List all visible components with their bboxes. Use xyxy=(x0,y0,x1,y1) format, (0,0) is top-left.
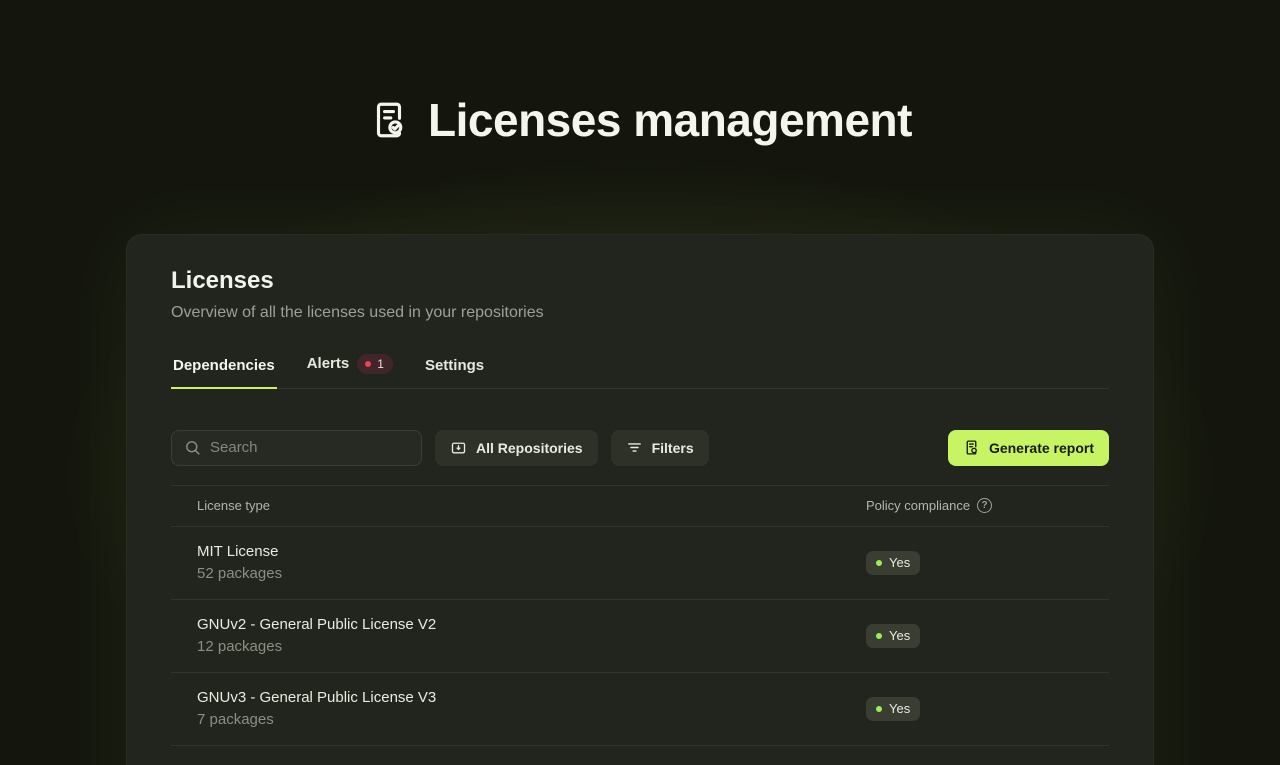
compliance-dot-icon xyxy=(876,633,882,639)
filter-icon xyxy=(626,439,643,456)
license-packages: 7 packages xyxy=(197,711,866,728)
policy-compliance-label: Policy compliance xyxy=(866,498,970,513)
repository-icon xyxy=(450,439,467,456)
generate-report-button[interactable]: Generate report xyxy=(948,430,1109,466)
alert-dot-icon xyxy=(365,361,371,367)
search-box[interactable] xyxy=(171,430,422,466)
compliance-value: Yes xyxy=(889,555,910,570)
compliance-badge: Yes xyxy=(866,624,920,648)
generate-report-label: Generate report xyxy=(989,440,1094,456)
table-row[interactable]: GNUv2 - General Public License V2 12 pac… xyxy=(171,600,1109,673)
license-cell: GNUv2 - General Public License V2 12 pac… xyxy=(171,616,866,655)
tab-bar: Dependencies Alerts 1 Settings xyxy=(171,348,1109,389)
license-cell: MIT License 52 packages xyxy=(171,543,866,582)
table-row[interactable]: GNUv3 - General Public License V3 7 pack… xyxy=(171,673,1109,746)
license-cell: GNUv3 - General Public License V3 7 pack… xyxy=(171,689,866,728)
compliance-badge: Yes xyxy=(866,551,920,575)
license-name: GNUv2 - General Public License V2 xyxy=(197,616,866,633)
compliance-value: Yes xyxy=(889,701,910,716)
compliance-dot-icon xyxy=(876,706,882,712)
page-header: Licenses management xyxy=(0,0,1280,146)
licenses-panel: Licenses Overview of all the licenses us… xyxy=(126,234,1154,765)
search-input[interactable] xyxy=(210,439,409,456)
column-policy-compliance: Policy compliance ? xyxy=(866,498,1109,513)
compliance-cell: Yes xyxy=(866,624,1109,648)
tab-dependencies-label: Dependencies xyxy=(173,357,275,374)
license-name: GNUv3 - General Public License V3 xyxy=(197,689,866,706)
tab-alerts[interactable]: Alerts 1 xyxy=(305,348,395,389)
table-header: License type Policy compliance ? xyxy=(171,485,1109,527)
column-license-type: License type xyxy=(171,498,866,513)
table-row[interactable]: MIT License 52 packages Yes xyxy=(171,527,1109,600)
tab-alerts-label: Alerts xyxy=(307,355,350,372)
tab-settings-label: Settings xyxy=(425,357,484,374)
all-repositories-label: All Repositories xyxy=(476,440,583,456)
panel-subtitle: Overview of all the licenses used in you… xyxy=(171,304,1109,322)
all-repositories-button[interactable]: All Repositories xyxy=(435,430,598,466)
compliance-cell: Yes xyxy=(866,697,1109,721)
license-document-icon xyxy=(368,99,410,141)
license-name: MIT License xyxy=(197,543,866,560)
licenses-table: License type Policy compliance ? MIT Lic… xyxy=(171,485,1109,746)
filters-label: Filters xyxy=(652,440,694,456)
tab-dependencies[interactable]: Dependencies xyxy=(171,351,277,389)
alerts-count: 1 xyxy=(377,357,384,371)
panel-heading: Licenses xyxy=(171,267,1109,295)
help-icon[interactable]: ? xyxy=(977,498,992,513)
compliance-cell: Yes xyxy=(866,551,1109,575)
search-icon xyxy=(184,439,201,456)
page-title: Licenses management xyxy=(428,95,912,146)
alerts-count-badge: 1 xyxy=(357,354,393,374)
filters-button[interactable]: Filters xyxy=(611,430,709,466)
license-packages: 12 packages xyxy=(197,638,866,655)
compliance-badge: Yes xyxy=(866,697,920,721)
compliance-dot-icon xyxy=(876,560,882,566)
compliance-value: Yes xyxy=(889,628,910,643)
toolbar: All Repositories Filters Generate report xyxy=(171,430,1109,466)
license-packages: 52 packages xyxy=(197,565,866,582)
tab-settings[interactable]: Settings xyxy=(423,351,486,389)
report-icon xyxy=(963,439,980,456)
